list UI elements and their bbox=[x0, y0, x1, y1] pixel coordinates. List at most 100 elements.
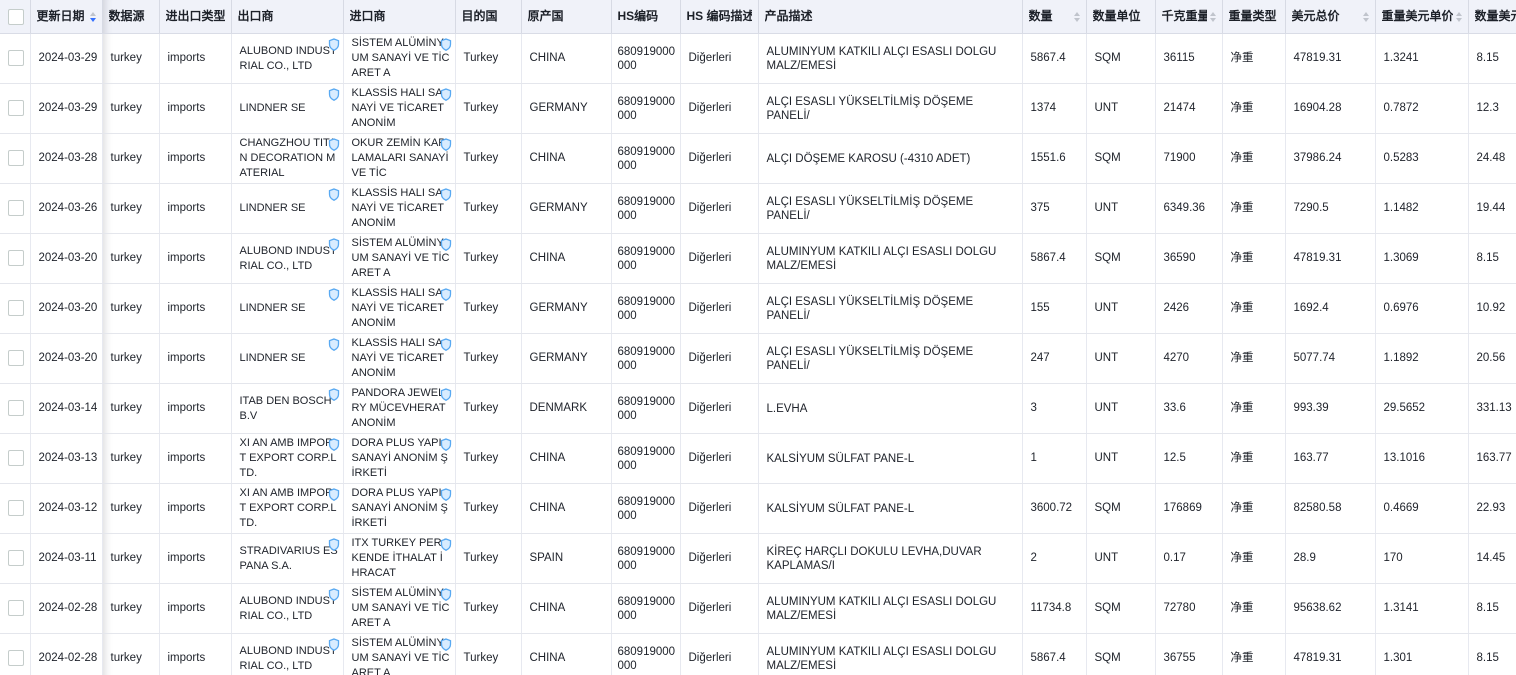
quantity_usd_price-value: 14.45 bbox=[1477, 552, 1506, 564]
company-badge-icon[interactable] bbox=[440, 238, 452, 251]
company-badge-icon[interactable] bbox=[328, 38, 340, 51]
cell-kg_weight: 21474 bbox=[1155, 84, 1222, 134]
cell-select bbox=[0, 334, 30, 384]
caret-up-icon[interactable] bbox=[1456, 12, 1462, 16]
company-badge-icon[interactable] bbox=[328, 288, 340, 301]
column-header-update_date[interactable]: 更新日期 bbox=[30, 0, 102, 34]
column-label: 数据源 bbox=[109, 9, 145, 24]
select-all-checkbox[interactable] bbox=[8, 9, 24, 25]
caret-down-icon[interactable] bbox=[1074, 18, 1080, 22]
row-checkbox[interactable] bbox=[8, 200, 24, 216]
row-checkbox[interactable] bbox=[8, 250, 24, 266]
cell-hs_code: 680919000000 bbox=[611, 234, 680, 284]
company-badge-icon[interactable] bbox=[328, 438, 340, 451]
company-badge-icon[interactable] bbox=[440, 438, 452, 451]
sort-icon[interactable] bbox=[1074, 12, 1080, 22]
importer-value: KLASSİS HALI SANAYİ VE TİCARET ANONİM bbox=[352, 187, 444, 229]
importer-value: KLASSİS HALI SANAYİ VE TİCARET ANONİM bbox=[352, 287, 444, 329]
sort-icon[interactable] bbox=[90, 12, 96, 22]
row-checkbox[interactable] bbox=[8, 500, 24, 516]
update_date-value: 2024-03-29 bbox=[39, 52, 98, 64]
cell-weight_type: 净重 bbox=[1222, 584, 1285, 634]
cell-destination_country: Turkey bbox=[455, 534, 521, 584]
caret-up-icon[interactable] bbox=[1363, 12, 1369, 16]
company-badge-icon[interactable] bbox=[440, 488, 452, 501]
origin_country-value: CHINA bbox=[530, 602, 566, 614]
company-badge-icon[interactable] bbox=[440, 288, 452, 301]
company-badge-icon[interactable] bbox=[440, 138, 452, 151]
row-checkbox[interactable] bbox=[8, 600, 24, 616]
table-row: 2024-03-26turkeyimportsLINDNER SEKLASSİS… bbox=[0, 184, 1516, 234]
trade_type-value: imports bbox=[168, 602, 206, 614]
hs_code-value: 680919000000 bbox=[618, 496, 676, 522]
row-checkbox[interactable] bbox=[8, 450, 24, 466]
weight_usd_price-value: 0.5283 bbox=[1384, 152, 1419, 164]
update_date-value: 2024-03-28 bbox=[39, 152, 98, 164]
row-checkbox[interactable] bbox=[8, 50, 24, 66]
company-badge-icon[interactable] bbox=[440, 188, 452, 201]
company-badge-icon[interactable] bbox=[440, 338, 452, 351]
trade_type-value: imports bbox=[168, 352, 206, 364]
cell-weight_type: 净重 bbox=[1222, 334, 1285, 384]
quantity_unit-value: UNT bbox=[1095, 352, 1119, 364]
company-badge-icon[interactable] bbox=[328, 488, 340, 501]
company-badge-icon[interactable] bbox=[440, 88, 452, 101]
table-row: 2024-02-28turkeyimportsALUBOND INDUSTRIA… bbox=[0, 584, 1516, 634]
company-badge-icon[interactable] bbox=[440, 588, 452, 601]
quantity-value: 5867.4 bbox=[1031, 652, 1066, 664]
column-label: 产品描述 bbox=[765, 9, 813, 24]
company-badge-icon[interactable] bbox=[328, 188, 340, 201]
company-badge-icon[interactable] bbox=[328, 138, 340, 151]
row-checkbox[interactable] bbox=[8, 550, 24, 566]
row-checkbox[interactable] bbox=[8, 400, 24, 416]
sort-icon[interactable] bbox=[1363, 12, 1369, 22]
column-header-quantity[interactable]: 数量 bbox=[1022, 0, 1086, 34]
cell-weight_usd_price: 29.5652 bbox=[1375, 384, 1468, 434]
company-badge-icon[interactable] bbox=[440, 388, 452, 401]
company-badge-icon[interactable] bbox=[328, 88, 340, 101]
trade_type-value: imports bbox=[168, 652, 206, 664]
cell-select bbox=[0, 134, 30, 184]
sort-icon[interactable] bbox=[1210, 12, 1216, 22]
row-checkbox[interactable] bbox=[8, 300, 24, 316]
row-checkbox[interactable] bbox=[8, 650, 24, 666]
caret-down-icon[interactable] bbox=[1210, 18, 1216, 22]
company-badge-icon[interactable] bbox=[328, 388, 340, 401]
caret-up-icon[interactable] bbox=[1074, 12, 1080, 16]
sort-icon[interactable] bbox=[1456, 12, 1462, 22]
column-header-weight_usd_price[interactable]: 重量美元单价 bbox=[1375, 0, 1468, 34]
cell-quantity_usd_price: 8.15 bbox=[1468, 584, 1516, 634]
hs_code_desc-value: Diğerleri bbox=[689, 402, 732, 414]
column-label: 重量类型 bbox=[1229, 9, 1277, 24]
cell-hs_code: 680919000000 bbox=[611, 534, 680, 584]
caret-up-icon[interactable] bbox=[90, 12, 96, 16]
cell-trade_type: imports bbox=[159, 484, 231, 534]
hs_code_desc-value: Diğerleri bbox=[689, 102, 732, 114]
caret-down-icon[interactable] bbox=[1363, 18, 1369, 22]
company-badge-icon[interactable] bbox=[328, 538, 340, 551]
company-badge-icon[interactable] bbox=[328, 588, 340, 601]
column-header-usd_total[interactable]: 美元总价 bbox=[1285, 0, 1375, 34]
row-checkbox[interactable] bbox=[8, 100, 24, 116]
caret-down-icon[interactable] bbox=[90, 18, 96, 22]
company-badge-icon[interactable] bbox=[328, 338, 340, 351]
cell-trade_type: imports bbox=[159, 384, 231, 434]
hs_code-value: 680919000000 bbox=[618, 346, 676, 372]
company-badge-icon[interactable] bbox=[328, 638, 340, 651]
weight_usd_price-value: 1.301 bbox=[1384, 652, 1413, 664]
weight_type-value: 净重 bbox=[1231, 502, 1254, 514]
column-header-kg_weight[interactable]: 千克重量 bbox=[1155, 0, 1222, 34]
company-badge-icon[interactable] bbox=[328, 238, 340, 251]
cell-weight_usd_price: 170 bbox=[1375, 534, 1468, 584]
row-checkbox[interactable] bbox=[8, 150, 24, 166]
company-badge-icon[interactable] bbox=[440, 638, 452, 651]
cell-weight_type: 净重 bbox=[1222, 184, 1285, 234]
row-checkbox[interactable] bbox=[8, 350, 24, 366]
caret-down-icon[interactable] bbox=[1456, 18, 1462, 22]
caret-up-icon[interactable] bbox=[1210, 12, 1216, 16]
company-badge-icon[interactable] bbox=[440, 538, 452, 551]
company-badge-icon[interactable] bbox=[440, 38, 452, 51]
usd_total-value: 5077.74 bbox=[1294, 352, 1336, 364]
exporter-value: LINDNER SE bbox=[240, 352, 306, 364]
origin_country-value: CHINA bbox=[530, 52, 566, 64]
